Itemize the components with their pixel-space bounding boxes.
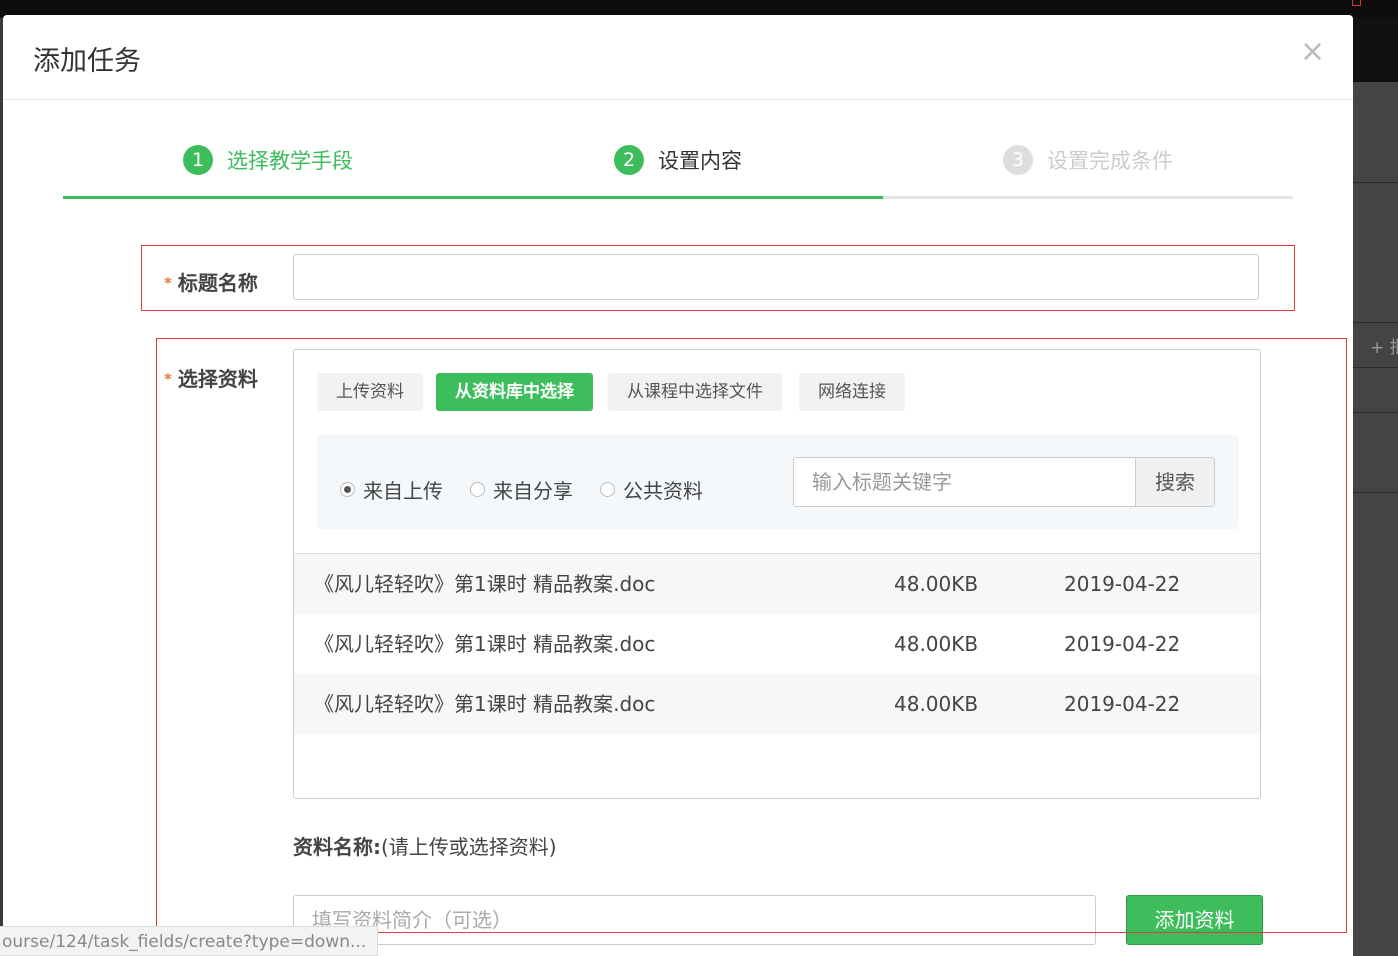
file-size: 48.00KB — [894, 692, 979, 716]
file-name: 《风儿轻轻吹》第1课时 精品教案.doc — [314, 692, 656, 716]
step-label: 设置完成条件 — [1047, 149, 1173, 173]
close-icon[interactable]: × — [1300, 37, 1325, 67]
radio-from-upload[interactable]: 来自上传 — [340, 475, 443, 504]
required-mark: * — [164, 274, 172, 292]
file-date: 2019-04-22 — [1064, 632, 1181, 656]
file-date: 2019-04-22 — [1064, 572, 1181, 596]
dialog-title: 添加任务 — [33, 46, 141, 77]
status-bar-url: ourse/124/task_fields/create?type=down..… — [0, 926, 378, 956]
add-task-dialog: 添加任务 × 1 选择教学手段 2 设置内容 3 设置完成条件 * 标题名称 * 选… — [3, 15, 1353, 956]
file-row[interactable]: 《风儿轻轻吹》第1课时 精品教案.doc 48.00KB 2019-04-22 — [294, 674, 1260, 734]
search-input[interactable] — [793, 457, 1137, 507]
required-mark: * — [164, 370, 172, 388]
step-number: 3 — [1003, 145, 1033, 175]
backdrop-page — [1353, 82, 1398, 956]
material-field-label: * 选择资料 — [164, 367, 258, 391]
radio-public[interactable]: 公共资料 — [600, 475, 703, 504]
dialog-header: 添加任务 × — [3, 15, 1353, 100]
file-name: 《风儿轻轻吹》第1课时 精品教案.doc — [314, 572, 656, 596]
tab-web-link[interactable]: 网络连接 — [799, 373, 905, 411]
tab-library[interactable]: 从资料库中选择 — [436, 373, 593, 411]
title-field-label: * 标题名称 — [164, 271, 258, 295]
annotation-mark — [1352, 0, 1361, 6]
material-name-line: 资料名称:(请上传或选择资料) — [293, 831, 557, 860]
step-1: 1 选择教学手段 — [183, 143, 353, 177]
step-progress-fill — [63, 196, 884, 199]
step-label: 设置内容 — [658, 149, 742, 173]
step-2: 2 设置内容 — [614, 143, 742, 177]
radio-checked-icon — [340, 482, 355, 497]
file-size: 48.00KB — [894, 572, 979, 596]
tab-course-files[interactable]: 从课程中选择文件 — [608, 373, 782, 411]
file-row[interactable]: 《风儿轻轻吹》第1课时 精品教案.doc 48.00KB 2019-04-22 — [294, 554, 1260, 614]
file-size: 48.00KB — [894, 632, 979, 656]
step-number: 1 — [183, 145, 213, 175]
material-name-label: 资料名称: — [293, 835, 381, 859]
add-material-button[interactable]: 添加资料 — [1126, 895, 1263, 945]
file-date: 2019-04-22 — [1064, 692, 1181, 716]
file-name: 《风儿轻轻吹》第1课时 精品教案.doc — [314, 632, 656, 656]
backdrop-side-header — [1353, 18, 1398, 82]
step-number: 2 — [614, 145, 644, 175]
file-list: 《风儿轻轻吹》第1课时 精品教案.doc 48.00KB 2019-04-22 … — [294, 553, 1260, 734]
file-row[interactable]: 《风儿轻轻吹》第1课时 精品教案.doc 48.00KB 2019-04-22 — [294, 614, 1260, 674]
title-input[interactable] — [293, 254, 1259, 300]
search-button[interactable]: 搜索 — [1135, 457, 1215, 507]
radio-unchecked-icon — [470, 482, 485, 497]
tab-upload[interactable]: 上传资料 — [317, 373, 423, 411]
step-3: 3 设置完成条件 — [1003, 143, 1173, 177]
radio-from-share[interactable]: 来自分享 — [470, 475, 573, 504]
filter-bar: 来自上传 来自分享 公共资料 搜索 — [317, 435, 1239, 529]
step-label: 选择教学手段 — [227, 149, 353, 173]
step-progress-bar — [63, 196, 1293, 199]
radio-unchecked-icon — [600, 482, 615, 497]
material-name-hint: (请上传或选择资料) — [381, 835, 557, 859]
material-picker-panel: 上传资料 从资料库中选择 从课程中选择文件 网络连接 来自上传 来自分享 公共资… — [293, 349, 1261, 799]
material-description-input[interactable] — [293, 895, 1096, 945]
backdrop-batch-button: + 批量 — [1370, 338, 1398, 358]
